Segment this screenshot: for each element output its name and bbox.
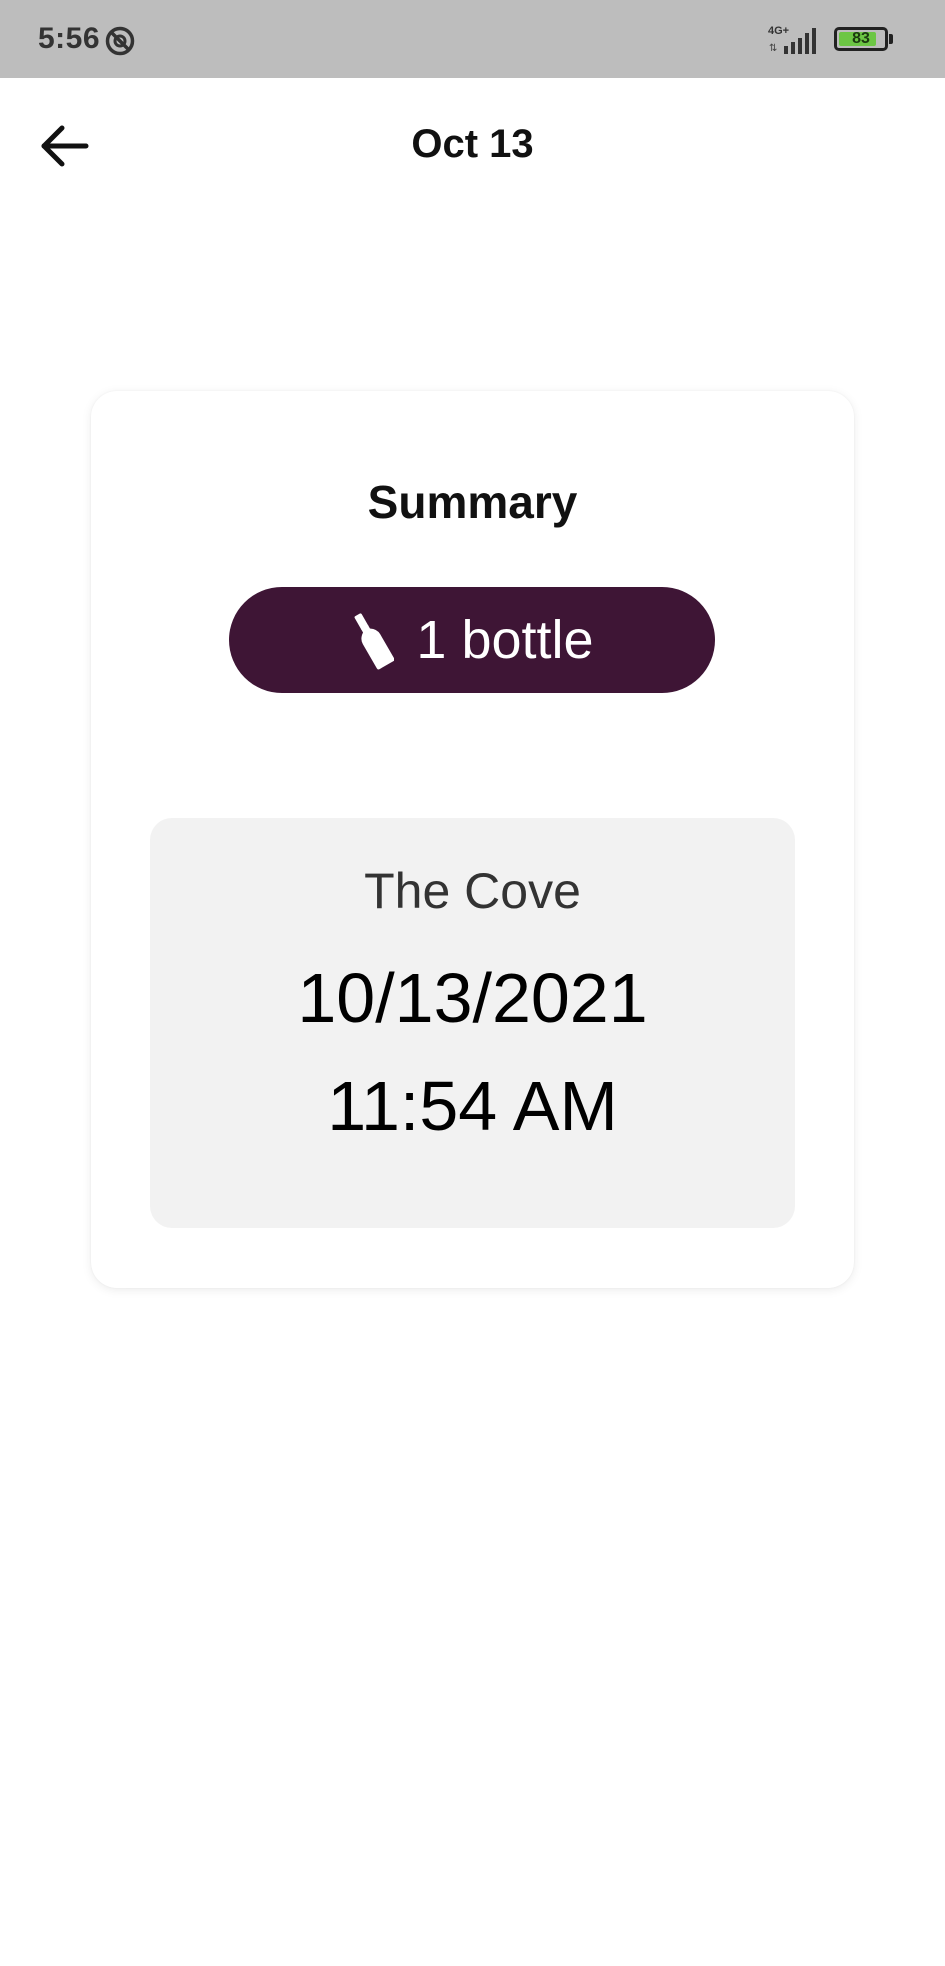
bottle-count-label: 1 bottle [416,610,594,670]
wine-bottle-icon [355,613,395,670]
visit-place: The Cove [364,863,581,919]
network-type-label: 4G+ [768,25,789,37]
summary-title: Summary [367,476,578,528]
signal-icon: 4G+ ⇅ [768,25,816,54]
page-title: Oct 13 [411,122,534,166]
summary-card: Summary 1 bottle The Cove 10/13/2021 11:… [91,391,854,1288]
visit-time: 11:54 AM [327,1067,618,1145]
battery-level: 83 [852,30,870,47]
visit-details: The Cove 10/13/2021 11:54 AM [150,818,795,1228]
visit-date: 10/13/2021 [297,959,648,1037]
status-bar: 5:56 4G+ ⇅ 83 [0,0,945,78]
battery-cap [889,34,893,44]
do-not-disturb-icon [105,26,135,56]
status-time: 5:56 [38,22,101,55]
battery-icon: 83 [834,27,888,51]
data-arrows-icon: ⇅ [769,43,777,54]
bottle-count-pill[interactable]: 1 bottle [229,587,715,693]
